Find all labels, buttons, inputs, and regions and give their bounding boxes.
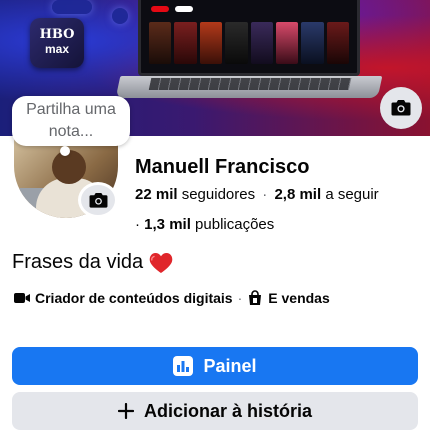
add-to-story-button[interactable]: Adicionar à história bbox=[12, 392, 418, 430]
laptop-screen bbox=[138, 0, 360, 76]
add-to-story-button-label: Adicionar à história bbox=[143, 400, 313, 421]
posts-label: publicações bbox=[195, 216, 275, 233]
laptop-keyboard bbox=[148, 78, 352, 90]
stats-separator: · bbox=[262, 186, 268, 203]
followers-link[interactable]: 22 mil seguidores bbox=[135, 186, 259, 203]
following-label: a seguir bbox=[325, 186, 379, 203]
poster bbox=[326, 22, 349, 64]
poster bbox=[250, 22, 273, 64]
detail-shop-text: E vendas bbox=[268, 290, 330, 306]
hbo-max-logo: HBO max bbox=[30, 18, 84, 68]
following-count: 2,8 mil bbox=[274, 186, 322, 203]
bio-text: Frases da vida bbox=[12, 251, 144, 273]
dashboard-button-label: Painel bbox=[203, 355, 257, 376]
chart-icon bbox=[173, 356, 194, 376]
camera-icon bbox=[391, 100, 411, 116]
note-text: Partilha uma nota... bbox=[26, 101, 116, 140]
note-bubble-tail bbox=[60, 146, 70, 156]
posts-count: 1,3 mil bbox=[144, 216, 191, 233]
edit-cover-camera-button[interactable] bbox=[380, 87, 422, 129]
following-link[interactable]: 2,8 mil a seguir bbox=[274, 186, 378, 203]
heart-icon bbox=[149, 252, 173, 273]
video-icon bbox=[14, 293, 30, 303]
avatar-head bbox=[52, 150, 86, 184]
poster bbox=[149, 22, 172, 64]
profile-details: Criador de conteúdos digitais · E vendas bbox=[14, 290, 330, 306]
plus-icon bbox=[117, 403, 134, 419]
profile-bio: Frases da vida ❤️ bbox=[12, 251, 173, 274]
poster-row bbox=[149, 22, 349, 64]
poster bbox=[199, 22, 223, 64]
profile-name: Manuell Francisco bbox=[135, 156, 310, 178]
screen-nav-pill bbox=[175, 6, 193, 12]
detail-creator: Criador de conteúdos digitais bbox=[14, 290, 233, 306]
screen-nav-pill bbox=[151, 6, 169, 12]
screen-nav bbox=[151, 6, 193, 14]
cover-decor-tile bbox=[52, 0, 92, 14]
cover-decor-tile bbox=[112, 8, 128, 24]
posts-stats[interactable]: · 1,3 mil publicações bbox=[135, 216, 274, 233]
poster bbox=[301, 22, 324, 64]
detail-shop: E vendas bbox=[247, 290, 330, 306]
note-bubble[interactable]: Partilha uma nota... bbox=[12, 96, 130, 146]
poster bbox=[275, 22, 299, 64]
shop-icon bbox=[249, 290, 262, 305]
edit-avatar-camera-button[interactable] bbox=[78, 182, 118, 218]
camera-icon bbox=[89, 192, 107, 208]
stats-separator: · bbox=[135, 216, 140, 233]
poster bbox=[225, 22, 248, 64]
detail-creator-text: Criador de conteúdos digitais bbox=[35, 290, 233, 306]
details-separator: · bbox=[237, 290, 243, 306]
profile-stats: 22 mil seguidores · 2,8 mil a seguir bbox=[135, 186, 379, 203]
followers-label: seguidores bbox=[181, 186, 256, 203]
dashboard-button[interactable]: Painel bbox=[12, 347, 418, 385]
poster bbox=[174, 22, 197, 64]
followers-count: 22 mil bbox=[135, 186, 178, 203]
